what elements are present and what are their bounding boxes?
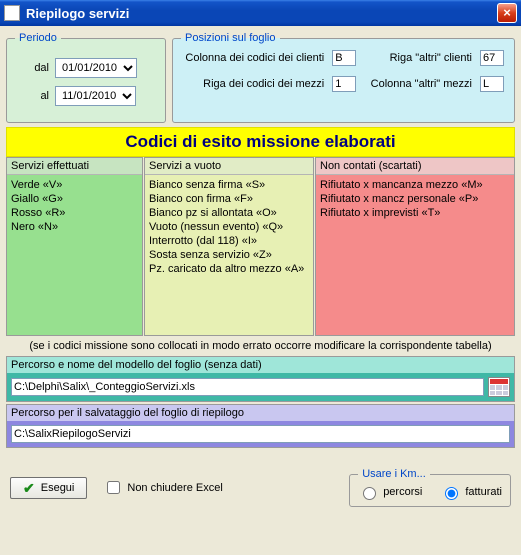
posizioni-legend: Posizioni sul foglio	[181, 32, 280, 44]
km-group: Usare i Km... percorsi fatturati	[349, 468, 511, 507]
list-item: Verde «V»	[11, 178, 138, 192]
non-chiudere-label: Non chiudere Excel	[127, 482, 222, 494]
col-altri-mezzi-label: Colonna "altri" mezzi	[366, 78, 472, 90]
riga-codici-mezzi-label: Riga dei codici dei mezzi	[181, 78, 324, 90]
scartati-panel: Non contati (scartati) Rifiutato x manca…	[315, 157, 515, 336]
col-codici-clienti-label: Colonna dei codici dei clienti	[181, 52, 324, 64]
footnote: (se i codici missione sono collocati in …	[6, 336, 515, 354]
list-item: Vuoto (nessun evento) «Q»	[149, 220, 309, 234]
dal-label: dal	[15, 62, 49, 74]
servizi-vuoto-body: Bianco senza firma «S» Bianco con firma …	[145, 175, 313, 335]
col-codici-clienti-input[interactable]	[332, 50, 356, 66]
non-chiudere-checkbox[interactable]	[107, 481, 120, 494]
list-item: Bianco con firma «F»	[149, 192, 309, 206]
col-altri-mezzi-input[interactable]	[480, 76, 504, 92]
window-title: Riepilogo servizi	[26, 6, 497, 21]
al-date-select[interactable]: 11/01/2010	[55, 86, 136, 106]
riga-codici-mezzi-input[interactable]	[332, 76, 356, 92]
periodo-group: Periodo dal 01/01/2010 al 11/01/2010	[6, 32, 166, 123]
window-titlebar: Riepilogo servizi ×	[0, 0, 521, 26]
list-item: Bianco senza firma «S»	[149, 178, 309, 192]
esegui-button[interactable]: ✔ Esegui	[10, 477, 87, 499]
riepilogo-block: Percorso per il salvataggio del foglio d…	[6, 404, 515, 448]
check-icon: ✔	[23, 483, 35, 493]
al-label: al	[15, 90, 49, 102]
dal-date-select[interactable]: 01/01/2010	[55, 58, 137, 78]
riga-altri-clienti-input[interactable]	[480, 50, 504, 66]
list-item: Rifiutato x mancz personale «P»	[320, 192, 510, 206]
bottom-bar: ✔ Esegui Non chiudere Excel Usare i Km..…	[6, 468, 515, 513]
modello-path-input[interactable]	[11, 378, 484, 396]
riga-altri-clienti-label: Riga "altri" clienti	[366, 52, 472, 64]
list-item: Nero «N»	[11, 220, 138, 234]
servizi-vuoto-panel: Servizi a vuoto Bianco senza firma «S» B…	[144, 157, 314, 336]
list-item: Sosta senza servizio «Z»	[149, 248, 309, 262]
close-button[interactable]: ×	[497, 3, 517, 23]
km-fatturati-radio[interactable]	[445, 487, 458, 500]
modello-block: Percorso e nome del modello del foglio (…	[6, 356, 515, 402]
periodo-legend: Periodo	[15, 32, 61, 44]
riepilogo-label: Percorso per il salvataggio del foglio d…	[7, 405, 514, 421]
km-percorsi-label: percorsi	[383, 486, 422, 498]
list-item: Rifiutato x imprevisti «T»	[320, 206, 510, 220]
modello-label: Percorso e nome del modello del foglio (…	[7, 357, 514, 373]
posizioni-group: Posizioni sul foglio Colonna dei codici …	[172, 32, 515, 123]
list-item: Rifiutato x mancanza mezzo «M»	[320, 178, 510, 192]
list-item: Interrotto (dal 118) «I»	[149, 234, 309, 248]
list-item: Rosso «R»	[11, 206, 138, 220]
servizi-effettuati-header: Servizi effettuati	[7, 158, 142, 175]
servizi-vuoto-header: Servizi a vuoto	[145, 158, 313, 175]
esegui-label: Esegui	[41, 482, 75, 494]
list-item: Bianco pz si allontata «O»	[149, 206, 309, 220]
km-fatturati-label: fatturati	[465, 486, 502, 498]
servizi-effettuati-body: Verde «V» Giallo «G» Rosso «R» Nero «N»	[7, 175, 142, 335]
section-banner: Codici di esito missione elaborati	[6, 127, 515, 157]
riepilogo-path-input[interactable]	[11, 425, 510, 443]
lists-row: Servizi effettuati Verde «V» Giallo «G» …	[6, 157, 515, 336]
servizi-effettuati-panel: Servizi effettuati Verde «V» Giallo «G» …	[6, 157, 143, 336]
app-icon	[4, 5, 20, 21]
scartati-body: Rifiutato x mancanza mezzo «M» Rifiutato…	[316, 175, 514, 335]
km-percorsi-radio[interactable]	[363, 487, 376, 500]
list-item: Pz. caricato da altro mezzo «A»	[149, 262, 309, 276]
list-item: Giallo «G»	[11, 192, 138, 206]
browse-modello-button[interactable]	[488, 377, 510, 397]
km-legend: Usare i Km...	[358, 468, 430, 480]
scartati-header: Non contati (scartati)	[316, 158, 514, 175]
